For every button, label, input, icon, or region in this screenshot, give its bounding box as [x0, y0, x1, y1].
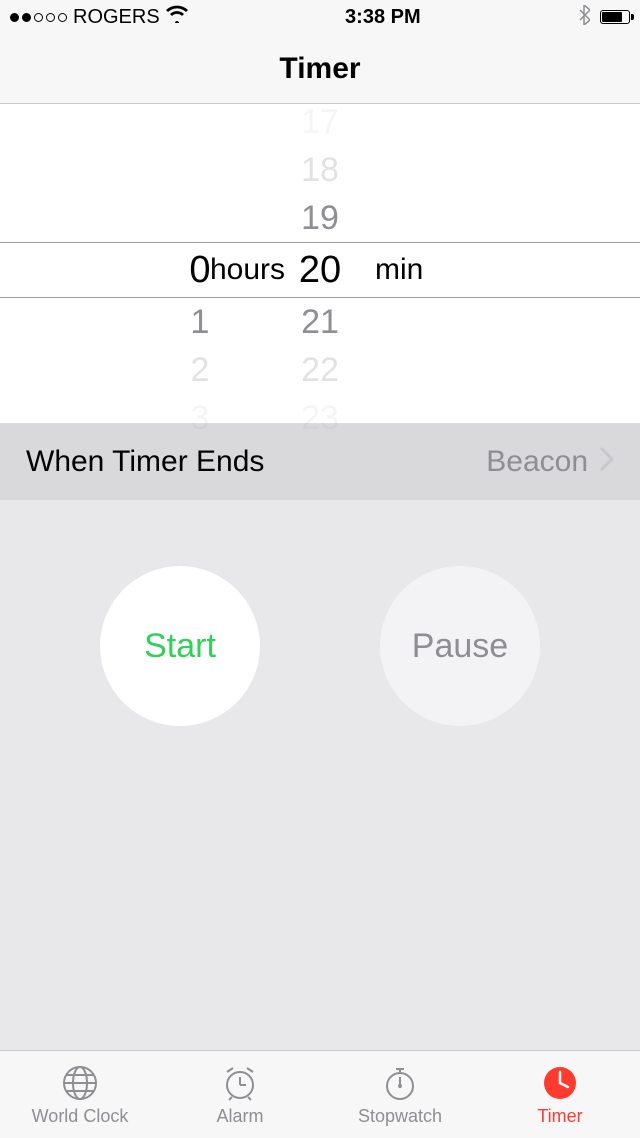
picker-item[interactable]: 3 — [191, 394, 210, 442]
sound-name: Beacon — [486, 445, 588, 479]
tab-timer[interactable]: Timer — [480, 1051, 640, 1138]
tab-label: Timer — [537, 1106, 582, 1127]
tab-alarm[interactable]: Alarm — [160, 1051, 320, 1138]
status-right — [578, 5, 630, 30]
tab-world-clock[interactable]: World Clock — [0, 1051, 160, 1138]
page-title: Timer — [279, 52, 360, 86]
tab-label: World Clock — [32, 1106, 129, 1127]
picker-item[interactable]: 23 — [301, 394, 339, 442]
picker-item-selected[interactable]: 20 — [299, 242, 341, 298]
globe-icon — [61, 1063, 99, 1103]
minutes-label: min — [375, 242, 423, 298]
wifi-icon — [166, 5, 188, 29]
status-left: ROGERS — [10, 5, 188, 29]
carrier-label: ROGERS — [73, 6, 160, 29]
signal-strength-icon — [10, 13, 67, 22]
picker-item[interactable]: 22 — [301, 346, 339, 394]
buttons-row: Start Pause — [0, 500, 640, 726]
when-timer-ends-value: Beacon — [486, 445, 614, 479]
tab-bar: World Clock Alarm Stopwatch Timer — [0, 1050, 640, 1138]
pause-button-label: Pause — [412, 627, 508, 666]
tab-label: Alarm — [216, 1106, 263, 1127]
start-button[interactable]: Start — [100, 566, 260, 726]
timer-icon — [541, 1063, 579, 1103]
picker-item[interactable]: 17 — [301, 98, 339, 146]
battery-icon — [600, 10, 630, 24]
status-bar: ROGERS 3:38 PM — [0, 0, 640, 34]
picker-item[interactable]: 21 — [301, 298, 339, 346]
stopwatch-icon — [381, 1063, 419, 1103]
picker-item[interactable]: 18 — [301, 146, 339, 194]
alarm-clock-icon — [221, 1063, 259, 1103]
picker-item[interactable]: 19 — [301, 194, 339, 242]
picker-item[interactable]: 2 — [191, 346, 210, 394]
bluetooth-icon — [578, 5, 590, 30]
tab-stopwatch[interactable]: Stopwatch — [320, 1051, 480, 1138]
tab-label: Stopwatch — [358, 1106, 442, 1127]
pause-button[interactable]: Pause — [380, 566, 540, 726]
chevron-right-icon — [600, 445, 614, 479]
body-area: Start Pause — [0, 500, 640, 1050]
hours-label: hours — [210, 242, 285, 298]
nav-bar: Timer — [0, 34, 640, 104]
when-timer-ends-label: When Timer Ends — [26, 445, 264, 479]
status-time: 3:38 PM — [345, 6, 421, 29]
start-button-label: Start — [144, 627, 216, 666]
time-picker[interactable]: 0 1 2 3 hours 17 18 19 20 21 22 23 min — [0, 104, 640, 424]
picker-item-selected[interactable]: 0 — [189, 242, 210, 298]
picker-item[interactable]: 1 — [191, 298, 210, 346]
minutes-picker-column[interactable]: 17 18 19 20 21 22 23 — [280, 98, 360, 442]
